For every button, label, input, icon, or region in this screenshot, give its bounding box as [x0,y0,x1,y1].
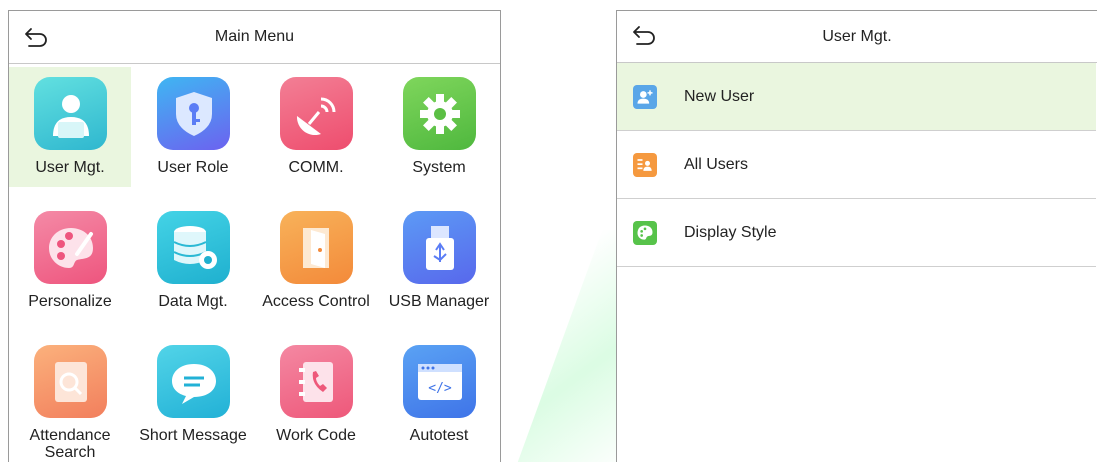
menu-item-label: Access Control [262,293,370,310]
menu-item-label: System [412,159,466,176]
menu-item-label: Short Message [139,427,247,444]
menu-item-usb-manager[interactable]: USB Manager [378,201,500,321]
menu-item-personalize[interactable]: Personalize [9,201,131,321]
database-gear-icon [157,211,230,284]
menu-item-label: Autotest [409,427,469,444]
menu-item-label: COMM. [288,159,344,176]
palette-icon [34,211,107,284]
shield-key-icon [157,77,230,150]
phone-book-icon [280,345,353,418]
satellite-dish-icon [280,77,353,150]
list-item-label: New User [684,88,755,105]
list-item-label: Display Style [684,224,777,241]
user-mgt-titlebar: User Mgt. [617,11,1097,63]
list-item-all-users[interactable]: All Users [617,131,1096,199]
menu-item-comm[interactable]: COMM. [255,67,377,187]
main-menu-titlebar: Main Menu [9,11,500,64]
document-search-icon [34,345,107,418]
menu-item-data-mgt[interactable]: Data Mgt. [132,201,254,321]
main-menu-screen: Main Menu User Mgt. User Role COMM. Syst… [8,10,501,462]
user-mgt-screen: User Mgt. New User All Users Display Sty… [616,10,1097,462]
page-title: User Mgt. [822,27,892,45]
list-item-display-style[interactable]: Display Style [617,199,1096,267]
menu-item-user-role[interactable]: User Role [132,67,254,187]
page-title: Main Menu [214,28,295,45]
menu-item-label: USB Manager [388,293,490,310]
list-item-new-user[interactable]: New User [617,63,1096,131]
back-arrow-icon[interactable] [631,23,657,47]
menu-item-label: Work Code [276,427,356,444]
menu-item-access-control[interactable]: Access Control [255,201,377,321]
menu-item-short-message[interactable]: Short Message [132,335,254,455]
svg-text:</>: </> [428,381,452,396]
menu-item-label: User Role [157,159,229,176]
menu-item-label: User Mgt. [35,159,105,176]
menu-item-autotest[interactable]: </> Autotest [378,335,500,455]
menu-item-label: Data Mgt. [158,293,228,310]
back-arrow-icon[interactable] [23,25,49,49]
user-icon [34,77,107,150]
menu-item-attendance-search[interactable]: Attendance Search [9,335,131,461]
list-item-label: All Users [684,156,749,173]
menu-item-system[interactable]: System [378,67,500,187]
chat-bubble-icon [157,345,230,418]
menu-item-label: Attendance Search [29,427,111,461]
menu-item-work-code[interactable]: Work Code [255,335,377,455]
palette-icon [633,221,657,245]
menu-item-user-mgt[interactable]: User Mgt. [9,67,131,187]
usb-drive-icon [403,211,476,284]
user-mgt-list: New User All Users Display Style [617,63,1096,267]
user-list-icon [633,153,657,177]
code-window-icon: </> [403,345,476,418]
add-user-icon [633,85,657,109]
gear-icon [403,77,476,150]
door-icon [280,211,353,284]
menu-item-label: Personalize [28,293,112,310]
